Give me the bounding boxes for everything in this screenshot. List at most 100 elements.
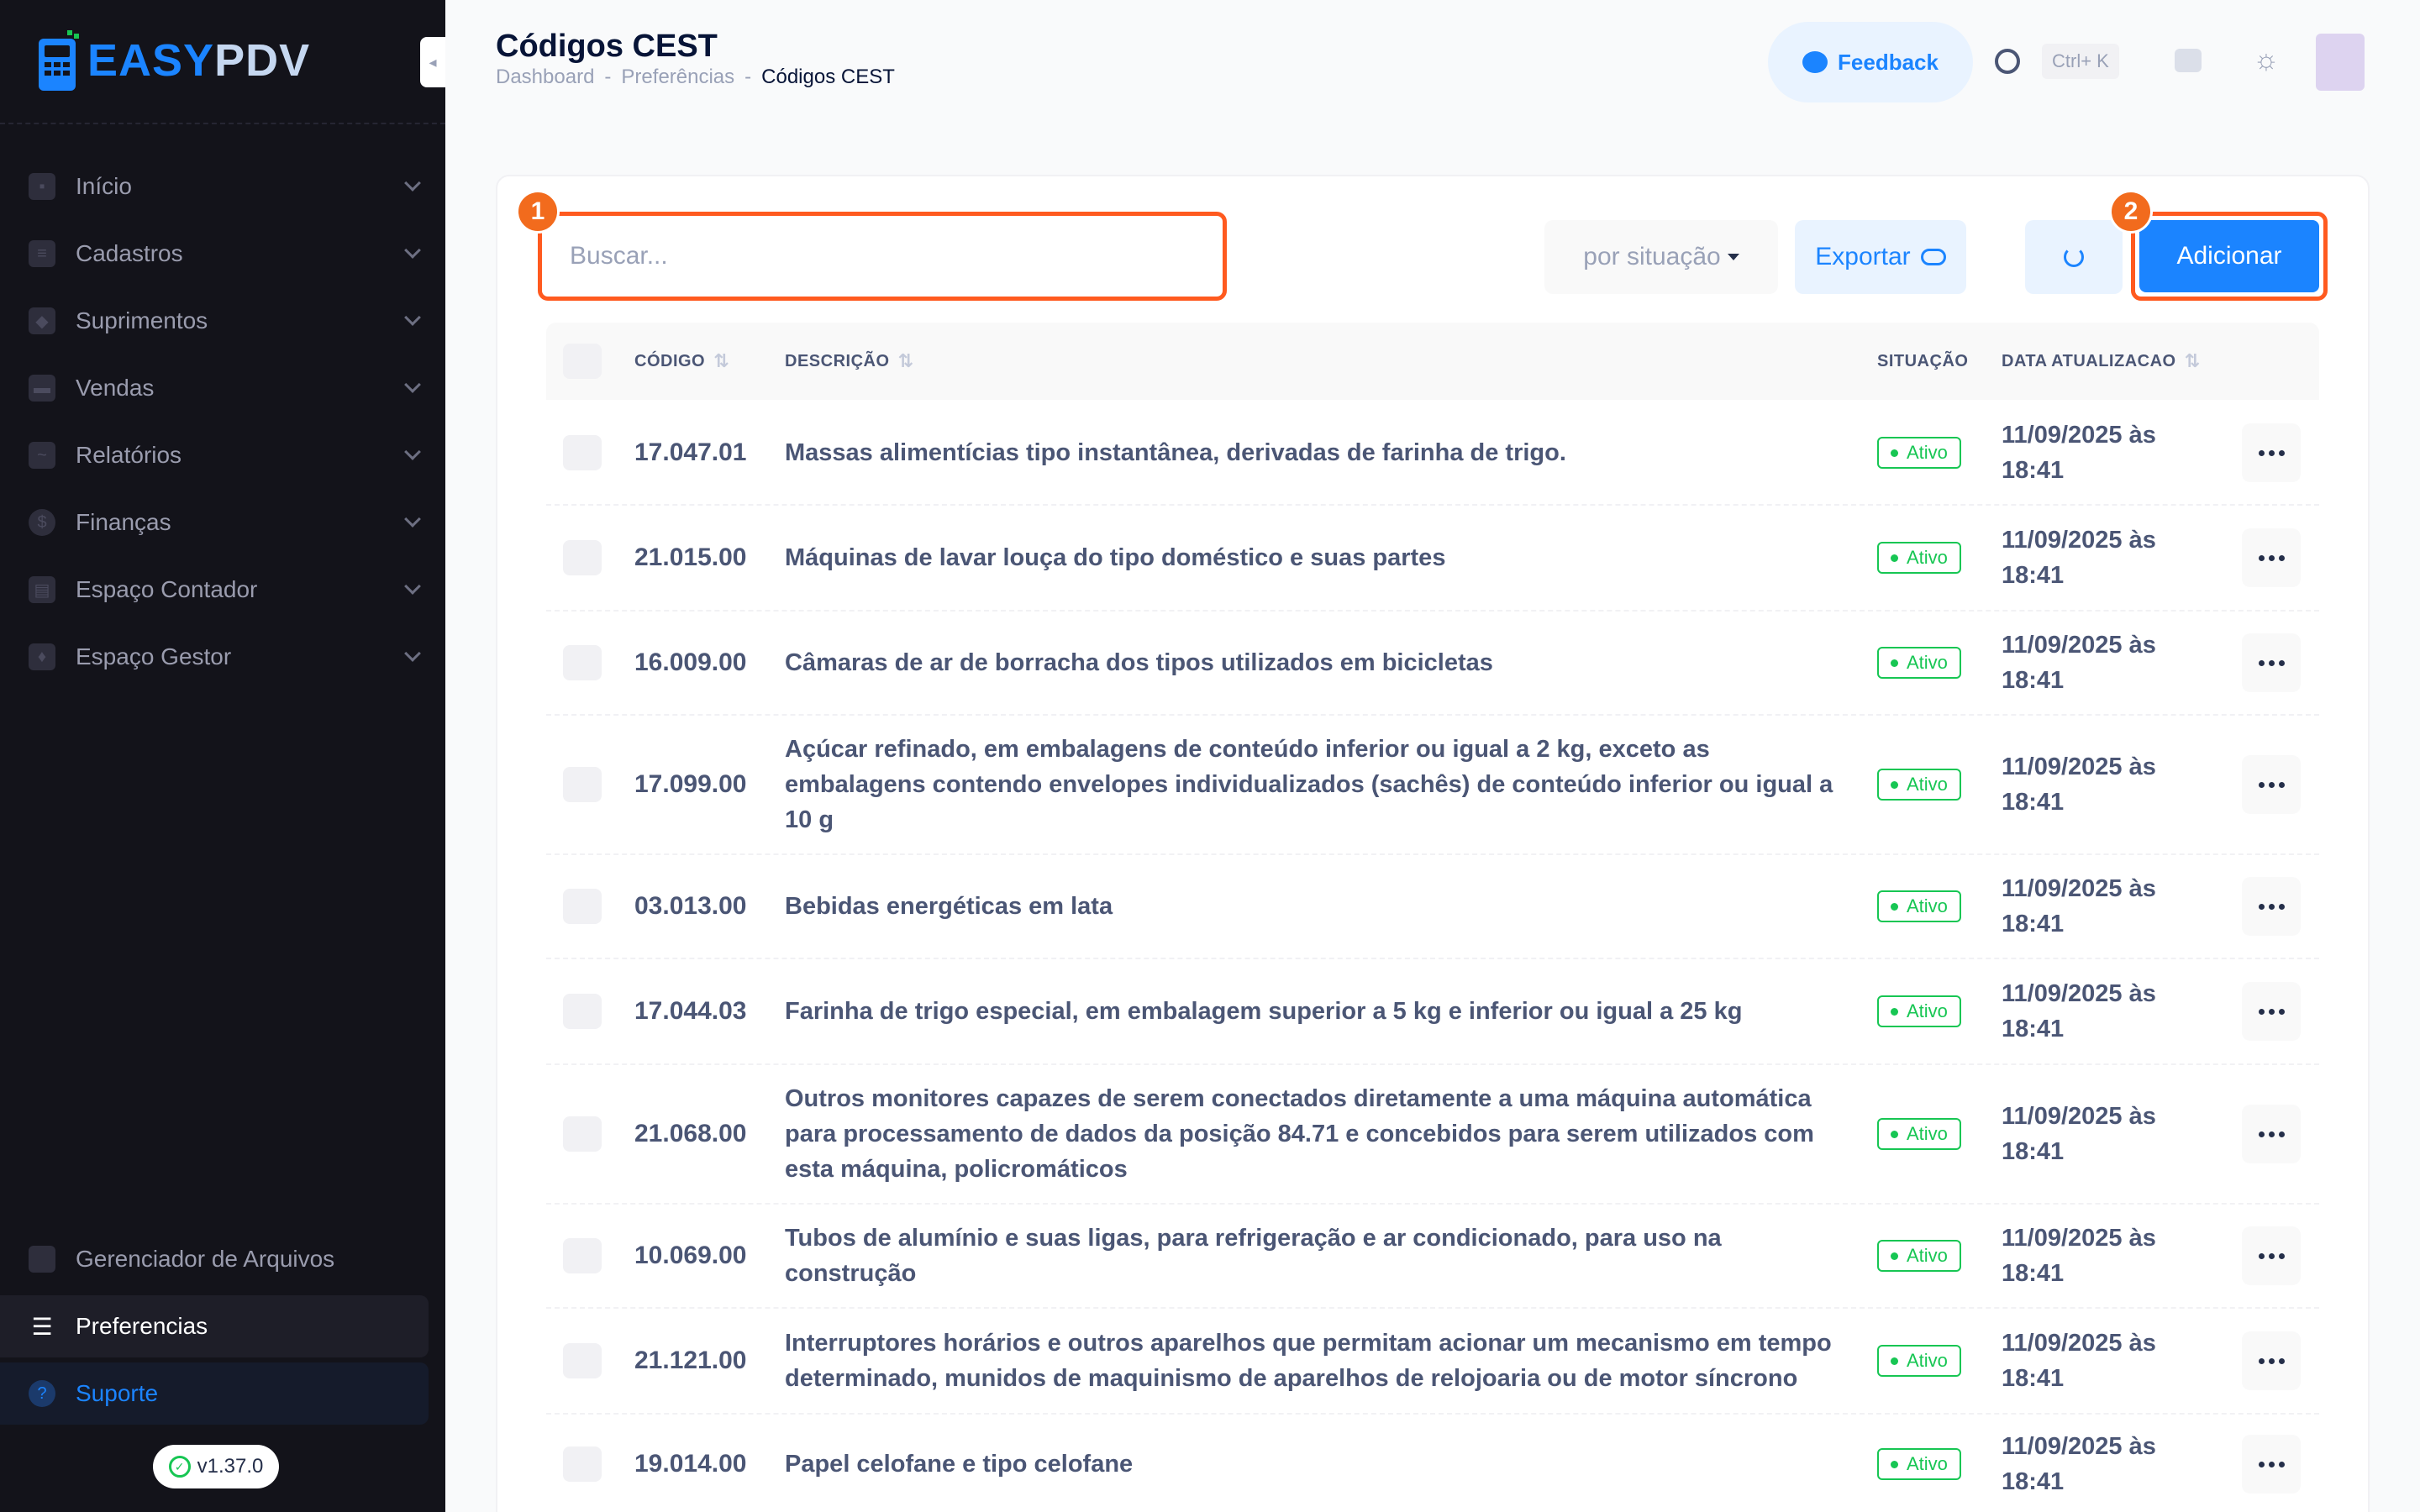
row-actions-button[interactable] <box>2242 528 2301 587</box>
row-actions-button[interactable] <box>2242 755 2301 814</box>
sidebar-item-suprimentos[interactable]: ◆ Suprimentos <box>0 287 445 354</box>
column-header-updated[interactable]: DATA ATUALIZACAO ⇅ <box>2002 323 2201 400</box>
table-row[interactable]: 21.015.00 Máquinas de lavar louça do tipo… <box>546 506 2319 612</box>
table-row[interactable]: 19.014.00 Papel celofane e tipo celofane A… <box>546 1415 2319 1512</box>
sidebar-item-espaco-contador[interactable]: ▤ Espaço Contador <box>0 556 445 623</box>
message-icon[interactable] <box>2175 49 2202 72</box>
cest-description: Tubos de alumínio e suas ligas, para ref… <box>785 1225 1722 1287</box>
row-checkbox[interactable] <box>563 767 602 802</box>
row-actions-button[interactable] <box>2242 1226 2301 1285</box>
breadcrumb-preferences[interactable]: Preferências <box>621 66 734 89</box>
column-header-code[interactable]: CÓDIGO ⇅ <box>634 323 729 400</box>
table-row[interactable]: 10.069.00 Tubos de alumínio e suas ligas,… <box>546 1205 2319 1309</box>
row-checkbox-cell <box>563 506 602 610</box>
table-row[interactable]: 17.044.03 Farinha de trigo especial, em e… <box>546 959 2319 1065</box>
status-badge: Ativo <box>1877 1118 1961 1150</box>
sidebar-item-label: Finanças <box>76 509 171 535</box>
status-filter-dropdown[interactable]: por situação <box>1544 220 1778 294</box>
status-dot-icon <box>1891 1460 1898 1468</box>
cest-description: Interruptores horários e outros aparelho… <box>785 1330 1832 1392</box>
cest-code: 17.047.01 <box>634 438 747 466</box>
sidebar-item-espaco-gestor[interactable]: ♦ Espaço Gestor <box>0 623 445 690</box>
table-row[interactable]: 21.121.00 Interruptores horários e outros… <box>546 1309 2319 1415</box>
sidebar-item-relatorios[interactable]: ~ Relatórios <box>0 422 445 489</box>
row-actions-button[interactable] <box>2242 877 2301 936</box>
updated-date: 11/09/2025 às 18:41 <box>2002 1433 2156 1495</box>
actions-cell <box>2242 855 2301 958</box>
refresh-button[interactable] <box>2025 220 2123 294</box>
cest-description: Papel celofane e tipo celofane <box>785 1451 1134 1478</box>
row-actions-button[interactable] <box>2242 423 2301 482</box>
breadcrumb-dashboard[interactable]: Dashboard <box>496 66 594 89</box>
status-dot-icon <box>1891 554 1898 562</box>
cloud-upload-icon <box>1920 249 1946 265</box>
updated-date: 11/09/2025 às 18:41 <box>2002 527 2156 589</box>
row-checkbox[interactable] <box>563 645 602 680</box>
row-checkbox[interactable] <box>563 889 602 924</box>
row-checkbox[interactable] <box>563 1116 602 1152</box>
sidebar-item-label: Cadastros <box>76 240 183 266</box>
status-badge: Ativo <box>1877 1345 1961 1377</box>
sidebar-item-financas[interactable]: $ Finanças <box>0 489 445 556</box>
row-checkbox[interactable] <box>563 1343 602 1378</box>
search-icon[interactable] <box>1995 49 2020 74</box>
description-cell: Papel celofane e tipo celofane <box>785 1415 1835 1512</box>
check-circle-icon: ✓ <box>168 1456 191 1478</box>
table-header: CÓDIGO ⇅ DESCRIÇÃO ⇅ SITUAÇÃO DATA ATUALIZ… <box>546 323 2319 400</box>
cest-description: Câmaras de ar de borracha dos tipos util… <box>785 649 1493 676</box>
cest-code: 03.013.00 <box>634 892 747 920</box>
updated-date: 11/09/2025 às 18:41 <box>2002 980 2156 1042</box>
table-row[interactable]: 03.013.00 Bebidas energéticas em lata Ativ… <box>546 855 2319 959</box>
date-cell: 11/09/2025 às 18:41 <box>2002 855 2203 958</box>
updated-date: 11/09/2025 às 18:41 <box>2002 875 2156 937</box>
table-row[interactable]: 17.099.00 Açúcar refinado, em embalagens … <box>546 716 2319 855</box>
row-actions-button[interactable] <box>2242 633 2301 692</box>
cest-code: 17.099.00 <box>634 770 747 798</box>
row-actions-button[interactable] <box>2242 1435 2301 1494</box>
date-cell: 11/09/2025 às 18:41 <box>2002 1065 2203 1203</box>
row-actions-button[interactable] <box>2242 1331 2301 1390</box>
table-row[interactable]: 16.009.00 Câmaras de ar de borracha dos t… <box>546 612 2319 716</box>
page-title: Códigos CEST <box>496 29 718 64</box>
sidebar-item-file-manager[interactable]: Gerenciador de Arquivos <box>0 1228 429 1290</box>
updated-date: 11/09/2025 às 18:41 <box>2002 1103 2156 1165</box>
sidebar-item-cadastros[interactable]: ≡ Cadastros <box>0 220 445 287</box>
column-header-description[interactable]: DESCRIÇÃO ⇅ <box>785 323 913 400</box>
add-button[interactable]: Adicionar <box>2139 220 2319 292</box>
export-label: Exportar <box>1815 243 1911 270</box>
sidebar-toggle-button[interactable]: ◂ <box>420 37 445 87</box>
select-all-checkbox[interactable] <box>563 323 602 400</box>
checkbox[interactable] <box>563 344 602 379</box>
theme-toggle-sun-icon[interactable]: ☼ <box>2252 44 2281 76</box>
status-cell: Ativo <box>1877 1309 1961 1413</box>
row-checkbox[interactable] <box>563 1446 602 1482</box>
status-dot-icon <box>1891 902 1898 911</box>
feedback-button[interactable]: Feedback <box>1768 22 1973 102</box>
row-checkbox[interactable] <box>563 435 602 470</box>
row-checkbox[interactable] <box>563 1238 602 1273</box>
cest-code: 21.015.00 <box>634 543 747 571</box>
sidebar-item-vendas[interactable]: ▬ Vendas <box>0 354 445 422</box>
actions-cell <box>2242 402 2301 504</box>
export-button[interactable]: Exportar <box>1795 220 1966 294</box>
status-text: Ativo <box>1907 1245 1948 1266</box>
status-badge: Ativo <box>1877 1448 1961 1480</box>
brand-logo[interactable]: EASYPDV <box>37 27 310 94</box>
search-input[interactable] <box>544 218 1220 294</box>
status-text: Ativo <box>1907 774 1948 795</box>
avatar[interactable] <box>2316 34 2365 91</box>
actions-cell <box>2242 959 2301 1063</box>
row-actions-button[interactable] <box>2242 982 2301 1041</box>
table-row[interactable]: 17.047.01 Massas alimentícias tipo instan… <box>546 402 2319 506</box>
row-checkbox[interactable] <box>563 994 602 1029</box>
sidebar-item-preferences[interactable]: ☰ Preferencias <box>0 1295 429 1357</box>
sort-icon: ⇅ <box>2184 350 2201 371</box>
box-icon: ◆ <box>29 307 55 334</box>
row-checkbox[interactable] <box>563 540 602 575</box>
sidebar-item-inicio[interactable]: ▪ Início <box>0 153 445 220</box>
description-cell: Bebidas energéticas em lata <box>785 855 1835 958</box>
row-actions-button[interactable] <box>2242 1105 2301 1163</box>
row-checkbox-cell <box>563 1309 602 1413</box>
table-row[interactable]: 21.068.00 Outros monitores capazes de ser… <box>546 1065 2319 1205</box>
sidebar-item-support[interactable]: ? Suporte <box>0 1362 429 1425</box>
